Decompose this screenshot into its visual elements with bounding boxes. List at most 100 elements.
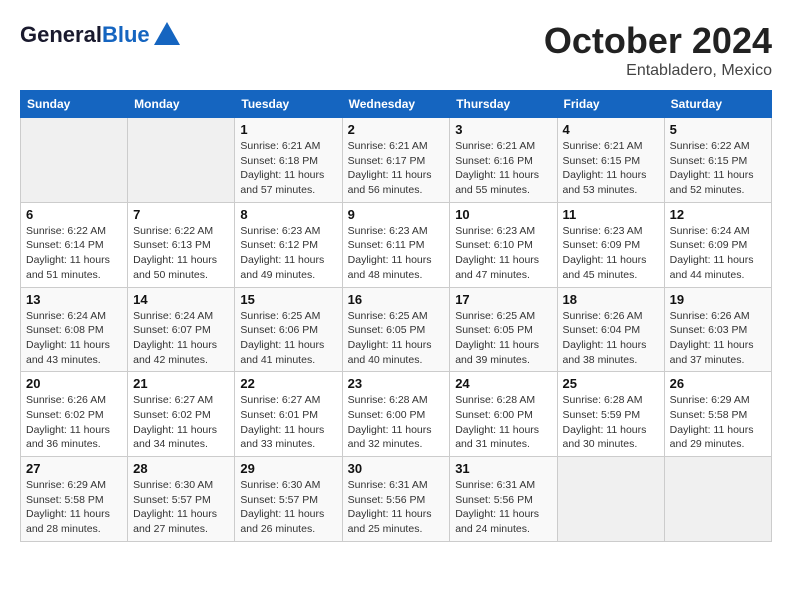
- day-info: Sunrise: 6:28 AMSunset: 6:00 PMDaylight:…: [348, 393, 445, 452]
- day-info: Sunrise: 6:27 AMSunset: 6:02 PMDaylight:…: [133, 393, 229, 452]
- day-cell: 24 Sunrise: 6:28 AMSunset: 6:00 PMDayligh…: [450, 372, 557, 457]
- day-info: Sunrise: 6:24 AMSunset: 6:08 PMDaylight:…: [26, 309, 122, 368]
- day-cell: 1 Sunrise: 6:21 AMSunset: 6:18 PMDaylight…: [235, 118, 342, 203]
- day-cell: 25Sunrise: 6:28 AMSunset: 5:59 PMDayligh…: [557, 372, 664, 457]
- day-cell: 10Sunrise: 6:23 AMSunset: 6:10 PMDayligh…: [450, 202, 557, 287]
- day-number: 21: [133, 376, 229, 391]
- week-row-1: 1 Sunrise: 6:21 AMSunset: 6:18 PMDaylight…: [21, 118, 772, 203]
- day-info: Sunrise: 6:25 AMSunset: 6:05 PMDaylight:…: [455, 309, 551, 368]
- day-header-monday: Monday: [128, 91, 235, 118]
- day-info: Sunrise: 6:22 AMSunset: 6:13 PMDaylight:…: [133, 224, 229, 283]
- day-cell: [557, 457, 664, 542]
- day-info: Sunrise: 6:21 AMSunset: 6:15 PMDaylight:…: [563, 139, 659, 198]
- day-number: 3: [455, 122, 551, 137]
- day-info: Sunrise: 6:24 AMSunset: 6:09 PMDaylight:…: [670, 224, 766, 283]
- day-info: Sunrise: 6:31 AMSunset: 5:56 PMDaylight:…: [348, 478, 445, 537]
- day-header-tuesday: Tuesday: [235, 91, 342, 118]
- day-info: Sunrise: 6:23 AMSunset: 6:11 PMDaylight:…: [348, 224, 445, 283]
- day-info: Sunrise: 6:30 AMSunset: 5:57 PMDaylight:…: [240, 478, 336, 537]
- day-cell: 13Sunrise: 6:24 AMSunset: 6:08 PMDayligh…: [21, 287, 128, 372]
- day-cell: 27 Sunrise: 6:29 AMSunset: 5:58 PMDayligh…: [21, 457, 128, 542]
- day-header-saturday: Saturday: [664, 91, 771, 118]
- day-cell: 31 Sunrise: 6:31 AMSunset: 5:56 PMDayligh…: [450, 457, 557, 542]
- day-header-thursday: Thursday: [450, 91, 557, 118]
- day-number: 15: [240, 292, 336, 307]
- day-number: 26: [670, 376, 766, 391]
- day-number: 10: [455, 207, 551, 222]
- day-cell: 16 Sunrise: 6:25 AMSunset: 6:05 PMDayligh…: [342, 287, 450, 372]
- day-number: 28: [133, 461, 229, 476]
- day-number: 29: [240, 461, 336, 476]
- day-cell: 7Sunrise: 6:22 AMSunset: 6:13 PMDaylight…: [128, 202, 235, 287]
- day-number: 18: [563, 292, 659, 307]
- day-info: Sunrise: 6:25 AMSunset: 6:06 PMDaylight:…: [240, 309, 336, 368]
- day-header-sunday: Sunday: [21, 91, 128, 118]
- day-cell: 21 Sunrise: 6:27 AMSunset: 6:02 PMDayligh…: [128, 372, 235, 457]
- day-number: 9: [348, 207, 445, 222]
- day-header-friday: Friday: [557, 91, 664, 118]
- day-number: 8: [240, 207, 336, 222]
- day-info: Sunrise: 6:26 AMSunset: 6:04 PMDaylight:…: [563, 309, 659, 368]
- week-row-4: 20 Sunrise: 6:26 AMSunset: 6:02 PMDayligh…: [21, 372, 772, 457]
- page-header: GeneralBlue October 2024 Entabladero, Me…: [20, 20, 772, 80]
- logo-text: GeneralBlue: [20, 23, 150, 47]
- calendar-header: SundayMondayTuesdayWednesdayThursdayFrid…: [21, 91, 772, 118]
- day-info: Sunrise: 6:29 AMSunset: 5:58 PMDaylight:…: [26, 478, 122, 537]
- title-block: October 2024 Entabladero, Mexico: [544, 20, 772, 80]
- day-info: Sunrise: 6:26 AMSunset: 6:03 PMDaylight:…: [670, 309, 766, 368]
- day-cell: 23 Sunrise: 6:28 AMSunset: 6:00 PMDayligh…: [342, 372, 450, 457]
- day-cell: 4 Sunrise: 6:21 AMSunset: 6:15 PMDaylight…: [557, 118, 664, 203]
- day-number: 6: [26, 207, 122, 222]
- day-number: 22: [240, 376, 336, 391]
- day-header-wednesday: Wednesday: [342, 91, 450, 118]
- day-cell: 19 Sunrise: 6:26 AMSunset: 6:03 PMDayligh…: [664, 287, 771, 372]
- day-info: Sunrise: 6:25 AMSunset: 6:05 PMDaylight:…: [348, 309, 445, 368]
- week-row-3: 13Sunrise: 6:24 AMSunset: 6:08 PMDayligh…: [21, 287, 772, 372]
- day-info: Sunrise: 6:23 AMSunset: 6:12 PMDaylight:…: [240, 224, 336, 283]
- day-cell: 22 Sunrise: 6:27 AMSunset: 6:01 PMDayligh…: [235, 372, 342, 457]
- calendar-table: SundayMondayTuesdayWednesdayThursdayFrid…: [20, 90, 772, 542]
- day-number: 23: [348, 376, 445, 391]
- day-info: Sunrise: 6:27 AMSunset: 6:01 PMDaylight:…: [240, 393, 336, 452]
- day-number: 11: [563, 207, 659, 222]
- day-info: Sunrise: 6:22 AMSunset: 6:15 PMDaylight:…: [670, 139, 766, 198]
- day-number: 17: [455, 292, 551, 307]
- day-cell: 18 Sunrise: 6:26 AMSunset: 6:04 PMDayligh…: [557, 287, 664, 372]
- day-cell: 6Sunrise: 6:22 AMSunset: 6:14 PMDaylight…: [21, 202, 128, 287]
- day-info: Sunrise: 6:28 AMSunset: 6:00 PMDaylight:…: [455, 393, 551, 452]
- day-number: 19: [670, 292, 766, 307]
- logo-icon: [152, 20, 182, 50]
- day-info: Sunrise: 6:24 AMSunset: 6:07 PMDaylight:…: [133, 309, 229, 368]
- day-number: 30: [348, 461, 445, 476]
- day-number: 31: [455, 461, 551, 476]
- day-cell: [664, 457, 771, 542]
- day-cell: 15 Sunrise: 6:25 AMSunset: 6:06 PMDayligh…: [235, 287, 342, 372]
- day-cell: 14Sunrise: 6:24 AMSunset: 6:07 PMDayligh…: [128, 287, 235, 372]
- day-cell: 9 Sunrise: 6:23 AMSunset: 6:11 PMDaylight…: [342, 202, 450, 287]
- day-number: 1: [240, 122, 336, 137]
- week-row-2: 6Sunrise: 6:22 AMSunset: 6:14 PMDaylight…: [21, 202, 772, 287]
- day-number: 24: [455, 376, 551, 391]
- month-title: October 2024: [544, 20, 772, 62]
- day-info: Sunrise: 6:26 AMSunset: 6:02 PMDaylight:…: [26, 393, 122, 452]
- day-number: 27: [26, 461, 122, 476]
- day-number: 20: [26, 376, 122, 391]
- day-info: Sunrise: 6:31 AMSunset: 5:56 PMDaylight:…: [455, 478, 551, 537]
- day-cell: 17 Sunrise: 6:25 AMSunset: 6:05 PMDayligh…: [450, 287, 557, 372]
- day-cell: 28 Sunrise: 6:30 AMSunset: 5:57 PMDayligh…: [128, 457, 235, 542]
- day-cell: 5Sunrise: 6:22 AMSunset: 6:15 PMDaylight…: [664, 118, 771, 203]
- day-info: Sunrise: 6:21 AMSunset: 6:18 PMDaylight:…: [240, 139, 336, 198]
- day-number: 2: [348, 122, 445, 137]
- day-info: Sunrise: 6:30 AMSunset: 5:57 PMDaylight:…: [133, 478, 229, 537]
- week-row-5: 27 Sunrise: 6:29 AMSunset: 5:58 PMDayligh…: [21, 457, 772, 542]
- day-number: 4: [563, 122, 659, 137]
- day-cell: [128, 118, 235, 203]
- day-info: Sunrise: 6:23 AMSunset: 6:09 PMDaylight:…: [563, 224, 659, 283]
- day-cell: [21, 118, 128, 203]
- day-number: 16: [348, 292, 445, 307]
- day-info: Sunrise: 6:29 AMSunset: 5:58 PMDaylight:…: [670, 393, 766, 452]
- day-cell: 3Sunrise: 6:21 AMSunset: 6:16 PMDaylight…: [450, 118, 557, 203]
- day-cell: 29 Sunrise: 6:30 AMSunset: 5:57 PMDayligh…: [235, 457, 342, 542]
- day-info: Sunrise: 6:28 AMSunset: 5:59 PMDaylight:…: [563, 393, 659, 452]
- day-cell: 11 Sunrise: 6:23 AMSunset: 6:09 PMDayligh…: [557, 202, 664, 287]
